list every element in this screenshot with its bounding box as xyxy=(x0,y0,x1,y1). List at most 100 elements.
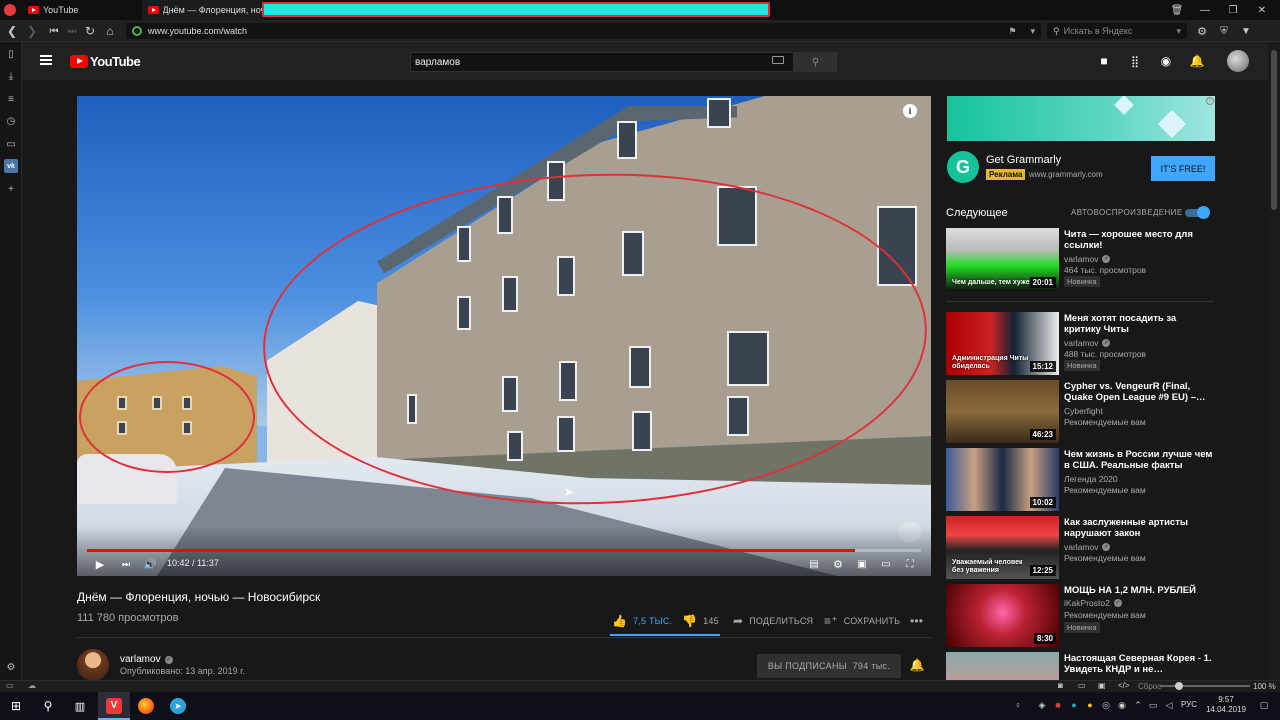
list-item[interactable]: Настоящая Северная Корея - 1. Увидеть КН… xyxy=(946,652,1216,680)
ad-banner[interactable] xyxy=(947,96,1215,141)
menu-icon[interactable] xyxy=(40,55,52,65)
tray-app-icon[interactable]: ◉ xyxy=(1116,699,1128,711)
vpn-icon[interactable]: ▼ xyxy=(1236,20,1256,42)
tab-video[interactable]: Днём — Флоренция, ночь xyxy=(142,0,264,20)
vk-icon[interactable]: vk xyxy=(4,159,18,173)
shield-icon[interactable]: ⛨ xyxy=(1214,20,1234,42)
tray-app-icon[interactable]: ◈ xyxy=(1036,699,1048,711)
reload-icon[interactable]: ↻ xyxy=(80,20,100,42)
tray-app-icon[interactable]: ● xyxy=(1068,699,1080,711)
image-toggle-icon[interactable]: ▣ xyxy=(1098,681,1106,690)
list-item[interactable]: Администрация Читы обиделась 15:12 Меня … xyxy=(946,312,1216,376)
video-thumbnail[interactable]: Чем дальше, тем хуже 20:01 xyxy=(946,228,1059,291)
network-icon[interactable]: ▭ xyxy=(1147,699,1159,711)
vivaldi-app-icon[interactable]: V xyxy=(98,692,130,720)
dropdown-chevron-icon[interactable]: ▾ xyxy=(1030,26,1035,37)
video-title[interactable]: Чита — хорошее место для ссылки! xyxy=(1064,229,1214,251)
youtube-logo[interactable]: YouTube xyxy=(70,54,141,69)
video-title[interactable]: Cypher vs. VengeurR (Final, Quake Open L… xyxy=(1064,381,1214,403)
video-thumbnail[interactable]: Уважаемый человек без уважения 12:25 xyxy=(946,516,1059,579)
home-icon[interactable]: ⌂ xyxy=(100,20,120,42)
telegram-app-icon[interactable]: ➤ xyxy=(162,692,194,720)
add-panel-icon[interactable]: + xyxy=(4,182,18,196)
video-thumbnail[interactable]: 46:23 xyxy=(946,380,1059,443)
rewind-icon[interactable]: ⏮ xyxy=(44,20,64,42)
forward-arrow-icon[interactable]: ❯ xyxy=(22,20,42,42)
subscribed-button[interactable]: ВЫ ПОДПИСАНЫ 794 тыс. xyxy=(757,654,901,678)
notification-bell-icon[interactable]: 🔔 xyxy=(910,658,925,672)
camera-icon[interactable]: ◙ xyxy=(1058,681,1063,690)
close-window-button[interactable]: ✕ xyxy=(1248,0,1276,20)
info-icon[interactable]: i xyxy=(903,104,917,118)
bookmark-icon[interactable]: ⚑ xyxy=(1008,26,1016,37)
yandex-search-input[interactable]: ⚲ Искать в Яндекс ▾ xyxy=(1047,23,1187,39)
volume-tray-icon[interactable]: ◁ xyxy=(1163,699,1175,711)
video-player[interactable]: i ➤ ▶ ⏭ 🔊 10:42 / 11:37 ▤ ⚙ ▣ ▭ ⛶ xyxy=(77,96,931,576)
autoplay-toggle-knob[interactable] xyxy=(1197,206,1210,219)
list-item[interactable]: 8:30 МОЩЬ НА 1,2 МЛН. РУБЛЕЙ iKakProsto2… xyxy=(946,584,1216,648)
ad-info-icon[interactable]: i xyxy=(1206,97,1214,105)
cloud-sync-icon[interactable]: ☁ xyxy=(28,681,36,690)
like-button[interactable]: 👍 7,5 ТЫС. xyxy=(612,614,672,628)
keyboard-icon[interactable] xyxy=(772,56,784,64)
share-button[interactable]: ➦ ПОДЕЛИТЬСЯ xyxy=(733,614,813,628)
video-thumbnail[interactable] xyxy=(946,652,1059,680)
channel-avatar[interactable] xyxy=(77,649,109,681)
settings-icon[interactable]: ⚙ xyxy=(831,556,845,572)
zoom-slider-handle[interactable] xyxy=(1175,682,1183,690)
minimize-button[interactable]: — xyxy=(1191,0,1219,20)
create-video-icon[interactable]: ■ xyxy=(1097,54,1111,68)
list-item[interactable]: 46:23 Cypher vs. VengeurR (Final, Quake … xyxy=(946,380,1216,444)
youtube-search-input[interactable]: варламов xyxy=(410,52,794,72)
ad-cta-button[interactable]: IT'S FREE! xyxy=(1151,156,1215,181)
video-title[interactable]: Настоящая Северная Корея - 1. Увидеть КН… xyxy=(1064,653,1214,675)
history-icon[interactable]: ◷ xyxy=(4,114,18,128)
more-actions-icon[interactable]: ••• xyxy=(910,614,923,628)
list-item[interactable]: 10:02 Чем жизнь в России лучше чем в США… xyxy=(946,448,1216,512)
next-video-button[interactable]: ⏭ xyxy=(119,556,133,572)
panel-toggle-icon[interactable]: ▭ xyxy=(6,681,14,690)
page-scrollbar-thumb[interactable] xyxy=(1271,50,1277,210)
tray-app-icon[interactable]: ● xyxy=(1084,699,1096,711)
account-avatar[interactable] xyxy=(1227,50,1249,72)
person-tray-icon[interactable]: ♀ xyxy=(1012,699,1024,711)
progress-bar[interactable] xyxy=(87,549,921,552)
extension-gear-icon[interactable]: ⚙ xyxy=(1192,20,1212,42)
zoom-reset[interactable]: Сброс xyxy=(1138,682,1161,691)
fullscreen-icon[interactable]: ⛶ xyxy=(903,556,917,572)
restore-button[interactable]: ❐ xyxy=(1219,0,1247,20)
windows-start-icon[interactable]: ⊞ xyxy=(0,692,32,720)
ad-title[interactable]: Get Grammarly xyxy=(986,154,1061,166)
task-view-icon[interactable]: ▥ xyxy=(64,692,96,720)
volume-icon[interactable]: 🔊 xyxy=(143,556,157,572)
subtitles-icon[interactable]: ▤ xyxy=(807,556,821,572)
youtube-search-button[interactable]: ⚲ xyxy=(794,52,837,72)
video-title[interactable]: Меня хотят посадить за критику Читы xyxy=(1064,313,1214,335)
page-actions-icon[interactable]: </> xyxy=(1118,681,1130,690)
list-item[interactable]: Чем дальше, тем хуже 20:01 Чита — хороше… xyxy=(946,228,1216,292)
vivaldi-tray-icon[interactable]: ■ xyxy=(1052,699,1064,711)
miniplayer-icon[interactable]: ▣ xyxy=(855,556,869,572)
trash-icon[interactable]: 🗑 xyxy=(1163,0,1191,20)
save-button[interactable]: ≡⁺ СОХРАНИТЬ xyxy=(824,614,900,628)
bookmarks-icon[interactable]: ▯ xyxy=(4,47,18,61)
video-title[interactable]: МОЩЬ НА 1,2 МЛН. РУБЛЕЙ xyxy=(1064,585,1214,596)
dislike-button[interactable]: 👎 145 xyxy=(682,614,719,628)
tab-youtube[interactable]: YouTube xyxy=(22,0,142,20)
list-item[interactable]: Уважаемый человек без уважения 12:25 Как… xyxy=(946,516,1216,580)
notes-icon[interactable]: ≡ xyxy=(4,92,18,106)
settings-gear-icon[interactable]: ⚙ xyxy=(4,660,18,674)
zoom-slider[interactable] xyxy=(1160,685,1250,687)
show-hidden-icons-icon[interactable]: ⌃ xyxy=(1132,699,1144,711)
keyboard-language[interactable]: РУС xyxy=(1181,700,1197,709)
downloads-icon[interactable]: ⤓ xyxy=(4,69,18,83)
window-panel-icon[interactable]: ▭ xyxy=(4,137,18,151)
video-thumbnail[interactable]: Администрация Читы обиделась 15:12 xyxy=(946,312,1059,375)
messages-icon[interactable]: ◉ xyxy=(1159,54,1173,68)
vivaldi-logo-icon[interactable] xyxy=(4,4,16,16)
back-arrow-icon[interactable]: ❮ xyxy=(2,20,22,42)
channel-name[interactable]: varlamov ✓ xyxy=(120,654,173,665)
notifications-bell-icon[interactable]: 🔔 xyxy=(1190,54,1205,68)
url-field[interactable]: www.youtube.com/watch ⚑ ▾ xyxy=(126,23,1041,39)
tray-app-icon[interactable]: ◎ xyxy=(1100,699,1112,711)
